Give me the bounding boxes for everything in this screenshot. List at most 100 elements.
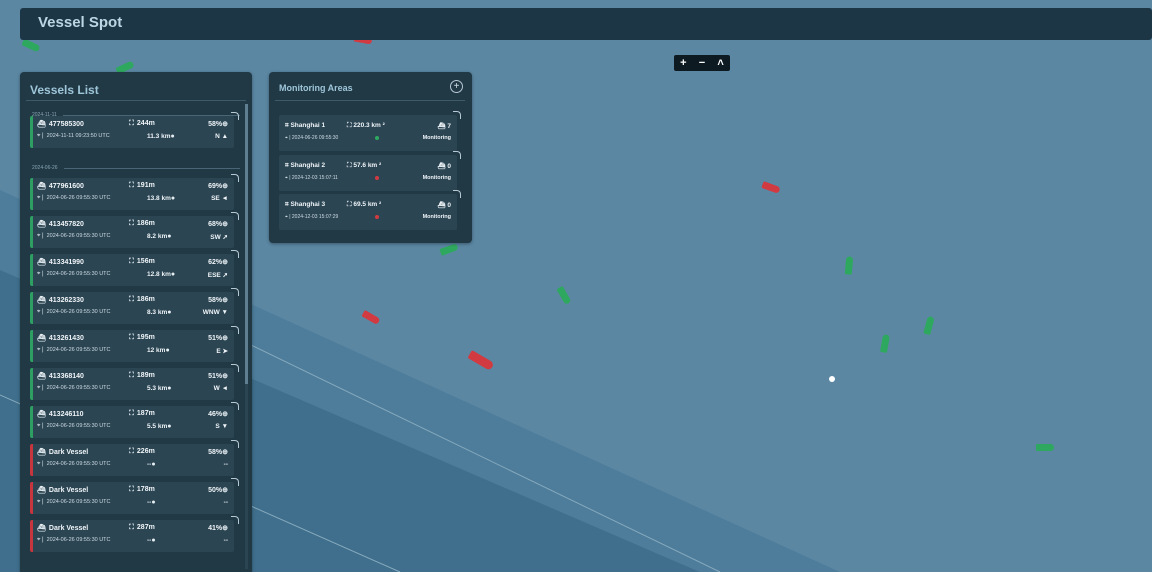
card-expand-icon[interactable] [231,326,239,334]
vessel-distance: -- ● [147,537,156,544]
timestamp-text: 2024-06-26 09:55:30 UTC [46,385,111,391]
target-icon: ⊕ [222,373,228,380]
vessel-length: ⛶ 156m [129,258,155,266]
length-icon: ⛶ [129,372,134,379]
ship-icon: ⛴ [37,525,46,532]
card-expand-icon[interactable] [231,288,239,296]
date-group-separator: 2024-06-26 [32,163,240,173]
vessel-length-text: 195m [136,334,155,341]
card-expand-icon[interactable] [231,402,239,410]
compass-reset-button[interactable]: ˄ [713,55,729,71]
confidence-value: 62% ⊕ [208,258,228,266]
vessel-card[interactable]: ⛴ Dark Vessel ⛶ 178m 50% ⊕ ⌖ | 2024-06-26 09:5… [30,478,239,514]
monitoring-areas-title: Monitoring Areas [279,83,353,93]
vessel-card[interactable]: ⛴ 413368140 ⛶ 189m 51% ⊕ ⌖ | 2024-06-26 09:55:… [30,364,239,400]
confidence-value: 58% ⊕ [208,448,228,456]
location-icon: ⌖ | [37,233,44,239]
area-name-text: Shanghai 1 [290,122,326,129]
vessel-card[interactable]: ⛴ 413341990 ⛶ 156m 62% ⊕ ⌖ | 2024-06-26 09:55:… [30,250,239,286]
vessel-card[interactable]: ⛴ Dark Vessel ⛶ 226m 58% ⊕ ⌖ | 2024-06-26 09:5… [30,440,239,476]
status-dot [375,176,379,180]
vessel-card[interactable]: ⛴ Dark Vessel ⛶ 287m 41% ⊕ ⌖ | 2024-06-26 09:5… [30,516,239,552]
vessel-length-text: 244m [136,120,155,127]
monitoring-area-card[interactable]: ⌗ Shanghai 3 ⛶ 69.5 km ² ⛴ 0 ⌖ | 2024-12-03… [279,190,461,230]
vessel-length-text: 178m [136,486,155,493]
card-expand-icon[interactable] [453,151,461,159]
ship-icon: ⛴ [437,202,448,209]
vessels-list-panel: Vessels List 2024-11-11 2024-06-26 ⛴ 477585… [20,72,252,572]
vessel-timestamp: ⌖ | 2024-06-26 09:55:30 UTC [37,347,111,354]
vessel-spot-app: Vessel Spot + − ˄ Vessels List 2024-11-1… [0,0,1152,572]
card-expand-icon[interactable] [231,516,239,524]
vessel-marker[interactable] [1036,444,1054,451]
vessel-card[interactable]: ⛴ 413457820 ⛶ 186m 68% ⊕ ⌖ | 2024-06-26 09:55:… [30,212,239,248]
vessel-heading: SW ➚ [210,234,228,241]
vessel-heading: -- [223,537,228,544]
card-expand-icon[interactable] [231,440,239,448]
vessel-length: ⛶ 287m [129,524,155,532]
add-area-button[interactable]: + [450,80,463,93]
vessel-id: ⛴ 413368140 [37,372,84,380]
card-expand-icon[interactable] [453,190,461,198]
app-title: Vessel Spot [38,14,123,31]
vessel-row-main: ⛴ 413368140 ⛶ 189m 51% ⊕ [37,372,228,384]
confidence-value: 51% ⊕ [208,334,228,342]
vessel-card[interactable]: ⛴ 413262330 ⛶ 186m 58% ⊕ ⌖ | 2024-06-26 09:55:… [30,288,239,324]
target-icon: ⊕ [222,525,228,532]
vessel-timestamp: ⌖ | 2024-06-26 09:55:30 UTC [37,537,111,544]
zoom-out-button[interactable]: − [694,55,710,71]
monitoring-area-card[interactable]: ⌗ Shanghai 2 ⛶ 57.6 km ² ⛴ 0 ⌖ | 2024-12-03… [279,151,461,191]
vessel-id-text: Dark Vessel [48,487,89,494]
target-icon: ⊕ [222,449,228,456]
location-icon: ⌖ | [37,133,44,139]
vessel-timestamp: ⌖ | 2024-06-26 09:55:30 UTC [37,423,111,430]
confidence-value: 58% ⊕ [208,296,228,304]
location-icon: ⌖ | [37,195,44,201]
zoom-in-button[interactable]: + [675,55,691,71]
card-expand-icon[interactable] [231,478,239,486]
card-expand-icon[interactable] [231,250,239,258]
vessel-id: ⛴ Dark Vessel [37,448,88,456]
monitoring-area-card[interactable]: ⌗ Shanghai 1 ⛶ 220.3 km ² ⛴ 7 ⌖ | 2024-06-2… [279,111,461,151]
card-expand-icon[interactable] [453,111,461,119]
confidence-value: 41% ⊕ [208,524,228,532]
vessel-length-text: 189m [136,372,155,379]
length-icon: ⛶ [129,182,134,189]
area-name: ⌗ Shanghai 3 [285,201,325,209]
confidence-text: 51% [208,373,223,380]
vessel-distance: 12 km ● [147,347,170,354]
target-icon: ⊕ [222,297,228,304]
vessel-card[interactable]: ⛴ 477961600 ⛶ 191m 69% ⊕ ⌖ | 2024-06-26 09:55:… [30,174,239,210]
vessel-timestamp: ⌖ | 2024-06-26 09:55:30 UTC [37,385,111,392]
timestamp-text: 2024-06-26 09:55:30 UTC [46,233,111,239]
info-icon: ● [170,195,176,202]
distance-text: 8.2 km [147,233,168,240]
vessel-length: ⛶ 186m [129,296,155,304]
length-icon: ⛶ [129,448,134,455]
location-icon: ⌖ | [285,175,292,181]
card-expand-icon[interactable] [231,174,239,182]
vessel-card[interactable]: ⛴ 413261430 ⛶ 195m 51% ⊕ ⌖ | 2024-06-26 09:55:… [30,326,239,362]
length-icon: ⛶ [129,486,134,493]
vessel-id: ⛴ 477961600 [37,182,84,190]
vessel-card[interactable]: ⛴ 413246110 ⛶ 187m 46% ⊕ ⌖ | 2024-06-26 09:55:… [30,402,239,438]
distance-text: 5.3 km [147,385,168,392]
info-icon: ● [170,271,176,278]
vessel-row-detail: ⌖ | 2024-06-26 09:55:30 UTC 13.8 km ● SE ◄ [37,195,228,207]
target-icon: ⊕ [222,335,228,342]
vessel-length-text: 287m [136,524,155,531]
vessel-card[interactable]: ⛴ 477585300 ⛶ 244m 58% ⊕ ⌖ | 2024-11-11 09:23:… [30,112,239,148]
card-expand-icon[interactable] [231,364,239,372]
scrollbar-thumb[interactable] [245,104,248,384]
zoom-controls: + − ˄ [674,55,730,71]
card-expand-icon[interactable] [231,212,239,220]
card-expand-icon[interactable] [231,112,239,120]
area-name-text: Shanghai 3 [290,201,326,208]
ship-icon: ⛴ [37,221,46,228]
vessel-row-detail: ⌖ | 2024-06-26 09:55:30 UTC 12 km ● E ➤ [37,347,228,359]
status-dot [375,215,379,219]
vessel-timestamp: ⌖ | 2024-06-26 09:55:30 UTC [37,461,111,468]
vessel-heading: W ◄ [213,385,228,392]
monitoring-areas-panel: Monitoring Areas + ⌗ Shanghai 1 ⛶ 220.3 k… [269,72,472,243]
area-timestamp-text: 2024-06-26 09:55:30 [291,135,339,141]
